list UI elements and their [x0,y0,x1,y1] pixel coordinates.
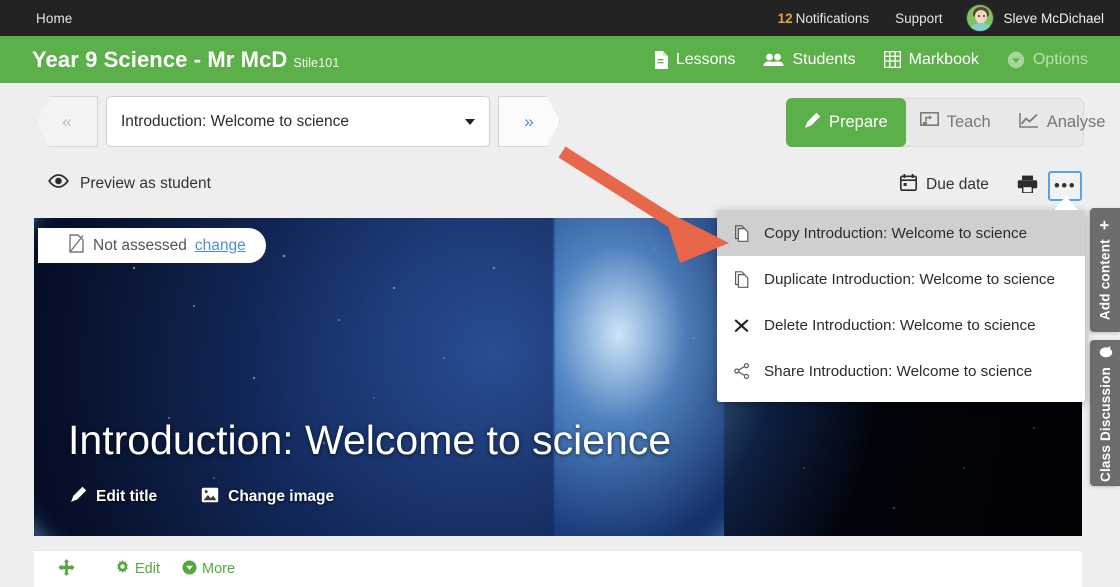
chevron-down-circle-icon [182,560,197,579]
notifications-count: 12 [778,11,793,26]
menu-item-share[interactable]: Share Introduction: Welcome to science [717,348,1085,394]
status-badge[interactable]: Not assessed change [38,228,266,263]
calendar-icon [900,174,917,196]
more-block-label: More [202,561,235,577]
close-x-icon [733,318,750,333]
nav-item-options-label: Options [1033,51,1088,69]
speech-bubble-icon [1098,345,1113,358]
nav-item-students-label: Students [792,51,855,69]
lesson-select-value: Introduction: Welcome to science [121,113,349,131]
assessment-status-label: Not assessed [93,237,187,255]
course-title-text: Year 9 Science - Mr McD [32,47,287,72]
nav-item-markbook-label: Markbook [909,51,979,69]
user-menu[interactable]: Sleve McDichael [966,4,1104,32]
lesson-context-menu: Copy Introduction: Welcome to science Du… [717,210,1085,402]
change-image-label: Change image [228,488,334,506]
mode-toggle-group: Prepare Teach Analyse [786,98,1084,147]
content-block-toolbar: Edit More [34,550,1082,587]
projector-icon [920,112,939,134]
copy-icon [733,225,750,242]
grid-icon [884,51,901,68]
document-icon [653,51,668,69]
menu-item-copy-label: Copy Introduction: Welcome to science [764,225,1027,242]
sidebar-tab-class-discussion-label: Class Discussion [1098,367,1113,482]
due-date-label: Due date [926,176,989,194]
share-icon [733,363,750,379]
people-icon [763,52,784,67]
sidebar-tab-class-discussion-inner: Class Discussion [1098,345,1113,482]
duplicate-icon [733,271,750,288]
next-lesson-button[interactable]: » [498,96,560,147]
course-header-bar: Year 9 Science - Mr McD Stile101 Lessons … [0,36,1120,83]
lesson-tools-row: Preview as student Due date ••• [0,168,1120,208]
menu-item-duplicate[interactable]: Duplicate Introduction: Welcome to scien… [717,256,1085,302]
top-bar-right-group: 12Notifications Support Sleve McDichael [778,4,1104,32]
preview-as-student-label: Preview as student [80,175,211,193]
nav-item-options[interactable]: Options [993,51,1102,69]
ellipsis-icon: ••• [1054,182,1076,190]
dropdown-pointer [1054,196,1078,210]
previous-lesson-button[interactable]: « [36,96,98,147]
change-assessment-link[interactable]: change [195,237,246,255]
page-title: Year 9 Science - Mr McD Stile101 [32,47,339,73]
tab-analyse[interactable]: Analyse [1005,99,1120,146]
tab-prepare[interactable]: Prepare [786,98,906,147]
eye-icon [48,174,69,193]
edit-title-button[interactable]: Edit title [70,486,157,508]
sidebar-tab-add-content-inner: Add content + [1095,220,1115,320]
nav-item-lessons-label: Lessons [676,51,736,69]
preview-as-student-button[interactable]: Preview as student [48,174,211,193]
tab-prepare-label: Prepare [829,113,888,132]
avatar [966,4,994,32]
sidebar-tab-add-content[interactable]: Add content + [1090,208,1120,332]
lesson-title: Introduction: Welcome to science [68,417,671,464]
nav-item-markbook[interactable]: Markbook [870,51,993,69]
image-icon [201,487,219,508]
more-block-button[interactable]: More [182,560,235,579]
home-link[interactable]: Home [36,11,72,26]
sidebar-tab-add-content-label: Add content [1098,239,1113,320]
avatar-body [970,23,992,32]
page-root: Home 12Notifications Support Sleve McDic… [0,0,1120,587]
tab-teach[interactable]: Teach [906,99,1005,146]
pencil-icon [804,112,821,134]
pencil-icon [70,486,87,508]
edit-block-button[interactable]: Edit [115,560,160,579]
sidebar-tab-class-discussion[interactable]: Class Discussion [1090,340,1120,486]
due-date-button[interactable]: Due date [900,174,989,196]
plus-icon: + [1095,220,1115,230]
nav-item-lessons[interactable]: Lessons [639,51,750,69]
lesson-select[interactable]: Introduction: Welcome to science [106,96,490,147]
edit-title-label: Edit title [96,488,157,506]
notifications-label: Notifications [796,11,870,26]
course-nav: Lessons Students Markbook Options [639,51,1102,69]
menu-item-copy[interactable]: Copy Introduction: Welcome to science [717,210,1085,256]
tab-teach-label: Teach [947,113,991,132]
linechart-icon [1019,112,1039,134]
drag-handle[interactable] [58,559,75,580]
gear-icon [115,560,130,579]
menu-item-delete[interactable]: Delete Introduction: Welcome to science [717,302,1085,348]
edit-block-label: Edit [135,561,160,577]
page-slash-icon [68,234,85,258]
printer-icon [1017,181,1038,198]
nav-item-students[interactable]: Students [749,51,869,69]
print-button[interactable] [1017,175,1038,199]
menu-item-delete-label: Delete Introduction: Welcome to science [764,317,1036,334]
notifications-link[interactable]: 12Notifications [778,11,870,26]
top-navigation-bar: Home 12Notifications Support Sleve McDic… [0,0,1120,36]
hero-action-group: Edit title Change image [70,486,334,508]
menu-item-share-label: Share Introduction: Welcome to science [764,363,1032,380]
support-link[interactable]: Support [895,11,942,26]
chevron-down-icon [465,119,475,125]
tab-analyse-label: Analyse [1047,113,1106,132]
change-image-button[interactable]: Change image [201,487,334,508]
menu-item-duplicate-label: Duplicate Introduction: Welcome to scien… [764,271,1055,288]
course-code-label: Stile101 [293,56,339,70]
chevron-down-circle-icon [1007,51,1025,69]
lesson-selector-row: « Introduction: Welcome to science » Pre… [0,96,1120,164]
move-arrows-icon [58,559,75,580]
user-name-label: Sleve McDichael [1003,11,1104,26]
